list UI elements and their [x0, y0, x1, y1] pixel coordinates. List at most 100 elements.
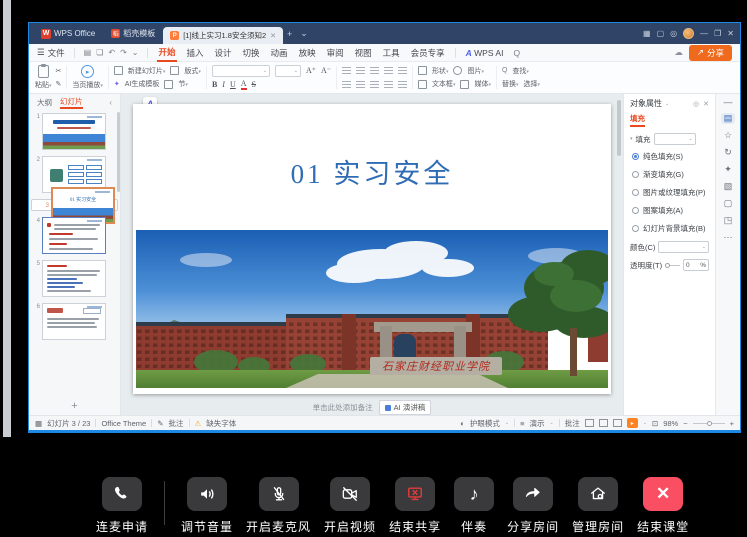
- zoom-knob[interactable]: [707, 421, 712, 426]
- color-dropdown[interactable]: ⌄: [658, 241, 709, 253]
- strikethrough-button[interactable]: S: [252, 80, 256, 89]
- tab-outline[interactable]: 大纲: [37, 97, 52, 108]
- tab-wps-ai[interactable]: A WPS AI: [465, 46, 505, 60]
- close-window-button[interactable]: ✕: [727, 29, 734, 38]
- slide-title-text[interactable]: 01 实习安全: [133, 152, 611, 191]
- quick-access-caret-icon[interactable]: ⌄: [132, 48, 139, 57]
- caret-icon[interactable]: ⌄: [665, 101, 669, 107]
- redo-icon[interactable]: ↷: [120, 48, 127, 57]
- thumbnail-row-1[interactable]: 1: [31, 113, 118, 150]
- tab-insert[interactable]: 插入: [186, 45, 205, 61]
- share-button[interactable]: ↗ 分享: [689, 45, 732, 61]
- caret-icon[interactable]: ⌄: [643, 420, 647, 426]
- indent-decrease-icon[interactable]: [342, 81, 351, 88]
- zoom-out-button[interactable]: −: [683, 419, 687, 428]
- increase-font-button[interactable]: A⁺: [306, 66, 316, 75]
- align-center-icon[interactable]: [384, 67, 393, 74]
- manage-room-button[interactable]: 管理房间: [572, 477, 624, 535]
- annotate-label[interactable]: 批注: [169, 418, 184, 429]
- find-button[interactable]: 查找▾: [512, 66, 529, 76]
- tab-design[interactable]: 设计: [214, 45, 233, 61]
- pin-panel-icon[interactable]: ◎: [693, 100, 699, 108]
- zoom-in-button[interactable]: +: [730, 419, 734, 428]
- favorites-icon[interactable]: ☆: [724, 130, 732, 141]
- align-right-icon[interactable]: [398, 67, 407, 74]
- undo-icon[interactable]: ↶: [108, 48, 115, 57]
- font-color-button[interactable]: A: [241, 79, 247, 90]
- comments-pane-icon[interactable]: ◳: [724, 215, 733, 226]
- smart-features-icon[interactable]: ✦: [724, 164, 732, 175]
- maximize-button[interactable]: ❐: [714, 29, 721, 38]
- tab-slides[interactable]: 幻灯片: [60, 96, 83, 109]
- reading-view-icon[interactable]: [613, 419, 622, 427]
- accompaniment-button[interactable]: ♪ 伴奏: [454, 477, 494, 535]
- columns-icon[interactable]: [384, 81, 393, 88]
- bullets-icon[interactable]: [342, 67, 351, 74]
- campus-photo[interactable]: 石家庄财经职业学院: [136, 230, 608, 388]
- section-button[interactable]: 节▾: [178, 79, 188, 89]
- tab-document-active[interactable]: P [1]线上实习1.8安全须知2 ✕: [163, 27, 283, 44]
- underline-button[interactable]: U: [230, 80, 236, 89]
- share-room-button[interactable]: 分享房间: [507, 477, 559, 535]
- zoom-slider[interactable]: [693, 423, 725, 424]
- tab-review[interactable]: 审阅: [326, 45, 345, 61]
- font-size-select[interactable]: ⌄: [275, 65, 301, 77]
- stop-sharing-button[interactable]: 结束共享: [389, 477, 441, 535]
- tab-fill[interactable]: 填充: [630, 113, 645, 127]
- thumbnail-row-6[interactable]: 6: [31, 303, 118, 340]
- user-avatar[interactable]: [683, 28, 694, 39]
- paste-button[interactable]: 粘贴▾: [35, 65, 52, 90]
- video-on-button[interactable]: 开启视频: [324, 477, 376, 535]
- thumbnail-row-5[interactable]: 5: [31, 260, 118, 297]
- slide-6-thumbnail[interactable]: [42, 303, 106, 340]
- save-icon[interactable]: ▤: [84, 48, 92, 57]
- tab-docer[interactable]: 稻 稻壳模板: [103, 23, 163, 44]
- annotate-icon[interactable]: ✎: [157, 419, 163, 428]
- eye-protection-label[interactable]: 护眼模式: [470, 418, 500, 429]
- eye-protection-icon[interactable]: ◐: [460, 419, 465, 428]
- shapes-button[interactable]: 形状▾: [432, 66, 449, 76]
- selection-pane-icon[interactable]: ▢: [724, 198, 733, 209]
- tab-wps-home[interactable]: W WPS Office: [33, 23, 103, 44]
- properties-pane-icon[interactable]: ▤: [721, 113, 736, 124]
- italic-button[interactable]: I: [222, 80, 225, 89]
- text-direction-icon[interactable]: [398, 81, 407, 88]
- option-pattern-fill[interactable]: 图案填充(A): [632, 205, 709, 216]
- new-slide-button[interactable]: 新建幻灯片▾: [128, 66, 166, 76]
- slider-knob[interactable]: [665, 263, 670, 268]
- comment-label[interactable]: 批注: [565, 418, 580, 429]
- file-menu[interactable]: ☰ 文件: [37, 47, 65, 59]
- notes-placeholder[interactable]: 单击此处添加备注: [313, 402, 373, 413]
- mic-request-button[interactable]: 连麦申请: [96, 477, 148, 535]
- tab-home[interactable]: 开始: [157, 44, 176, 62]
- collapse-sidebar-icon[interactable]: —: [724, 97, 733, 107]
- slide-5-thumbnail[interactable]: [42, 260, 106, 297]
- close-doc-tab-icon[interactable]: ✕: [270, 32, 276, 40]
- line-spacing-icon[interactable]: [370, 81, 379, 88]
- font-name-select[interactable]: ⌄: [212, 65, 270, 77]
- slide-sorter-icon[interactable]: [599, 419, 608, 427]
- tab-view[interactable]: 视图: [354, 45, 373, 61]
- align-left-icon[interactable]: [370, 67, 379, 74]
- format-painter-icon[interactable]: ✎: [56, 80, 62, 88]
- zoom-level[interactable]: 98%: [663, 419, 678, 428]
- mic-on-button[interactable]: 开启麦克风: [246, 477, 311, 535]
- present-icon[interactable]: ≡: [520, 419, 524, 428]
- play-slide-button[interactable]: ▸ 当页播放▾: [72, 65, 103, 90]
- print-icon[interactable]: ❏: [96, 48, 103, 57]
- collapse-panel-icon[interactable]: ‹: [109, 98, 112, 107]
- apps-grid-icon[interactable]: ▦: [643, 29, 651, 38]
- replace-button[interactable]: 替换▾: [502, 79, 519, 89]
- transparency-slider[interactable]: [665, 265, 680, 266]
- option-picture-fill[interactable]: 图片或纹理填充(P): [632, 187, 709, 198]
- close-panel-icon[interactable]: ✕: [703, 100, 709, 108]
- section-caret-icon[interactable]: ▾: [630, 136, 633, 142]
- sync-status-icon[interactable]: ◎: [670, 29, 677, 38]
- tab-transitions[interactable]: 切换: [242, 45, 261, 61]
- slide-1-thumbnail[interactable]: [42, 113, 106, 150]
- tab-member[interactable]: 会员专享: [410, 45, 446, 61]
- decrease-font-button[interactable]: A⁻: [321, 66, 331, 75]
- panel-scrollbar[interactable]: [117, 112, 120, 192]
- option-gradient-fill[interactable]: 渐变填充(G): [632, 169, 709, 180]
- ai-speech-button[interactable]: AI 演讲稿: [379, 400, 432, 415]
